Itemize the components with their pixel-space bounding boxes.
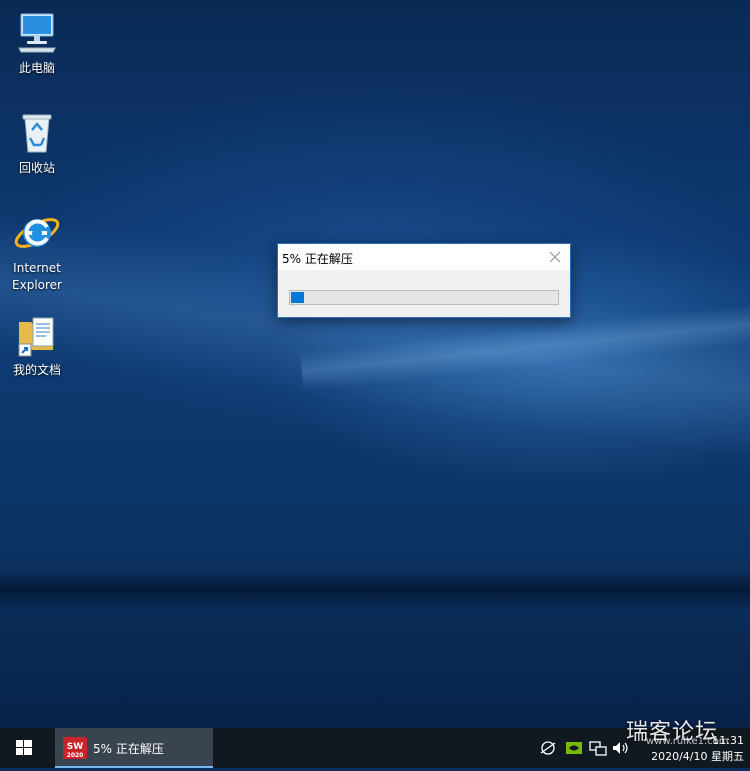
sw-icon-text: SW xyxy=(67,742,83,752)
windows-logo-icon xyxy=(16,740,32,755)
dialog-title: 5% 正在解压 xyxy=(282,252,353,266)
close-icon[interactable] xyxy=(546,248,564,266)
start-button[interactable] xyxy=(0,728,48,768)
desktop-icon-label: Internet Explorer xyxy=(12,261,62,292)
watermark-url: www.ruike1.com xyxy=(646,736,729,747)
wallpaper-shadow-band xyxy=(0,570,750,610)
progress-bar-fill xyxy=(291,292,304,303)
sw-icon-year: 2020 xyxy=(67,752,84,759)
internet-explorer-icon xyxy=(14,218,60,248)
network-activity-icon[interactable] xyxy=(538,738,558,758)
desktop-icon-internet-explorer[interactable]: Internet Explorer xyxy=(4,208,70,294)
desktop-icon-this-pc[interactable]: 此电脑 xyxy=(4,8,70,77)
network-icon[interactable] xyxy=(588,738,608,758)
documents-icon xyxy=(18,317,54,357)
dialog-titlebar[interactable]: 5% 正在解压 xyxy=(278,244,570,270)
desktop-icon-label: 我的文档 xyxy=(12,363,61,377)
computer-icon xyxy=(18,13,56,53)
extract-progress-bar xyxy=(289,290,559,305)
solidworks-2020-icon: SW 2020 xyxy=(63,737,87,759)
desktop-icon-label: 此电脑 xyxy=(18,61,55,75)
nvidia-icon[interactable] xyxy=(564,738,584,758)
clock-date[interactable]: 2020/4/10 星期五 xyxy=(632,750,744,764)
taskbar-item-extract[interactable]: SW 2020 5% 正在解压 xyxy=(55,728,213,768)
recycle-bin-icon xyxy=(22,114,52,153)
desktop-icon-my-documents[interactable]: 我的文档 xyxy=(4,310,70,379)
extract-progress-dialog: 5% 正在解压 xyxy=(277,243,571,318)
desktop-background: 此电脑 回收站 Internet Explorer 我的文档 xyxy=(0,0,750,728)
desktop-icon-recycle-bin[interactable]: 回收站 xyxy=(4,108,70,177)
desktop-icon-label: 回收站 xyxy=(18,161,55,175)
taskbar-item-label: 5% 正在解压 xyxy=(93,742,164,756)
